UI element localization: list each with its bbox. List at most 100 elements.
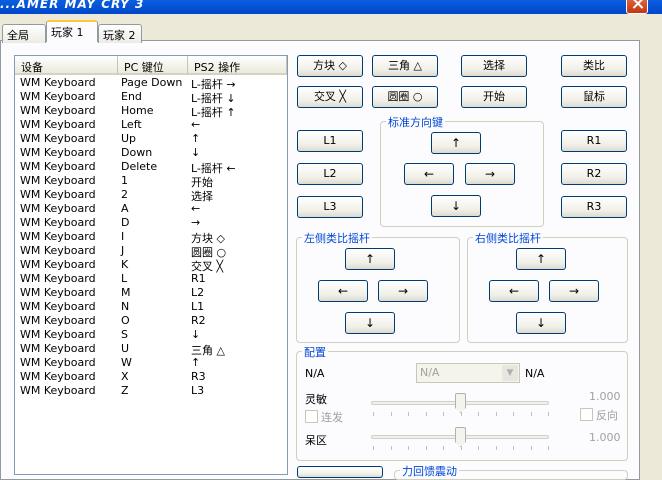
pc-key-cell: Left xyxy=(121,118,142,131)
l3-button[interactable]: L3 xyxy=(297,196,363,218)
list-item[interactable]: WM Keyboard Page Down L-摇杆 → xyxy=(15,76,287,91)
r2-button[interactable]: R2 xyxy=(561,163,627,185)
column-header-ps2-action[interactable]: PS2 操作 xyxy=(188,56,287,75)
dpad-down-button[interactable]: ↓ xyxy=(431,195,481,217)
list-item[interactable]: WM Keyboard 1 开始 xyxy=(15,174,287,189)
list-item[interactable]: WM Keyboard Delete L-摇杆 ← xyxy=(15,160,287,175)
pc-key-cell: Down xyxy=(121,146,153,159)
left-stick-left-button[interactable]: ← xyxy=(318,280,368,302)
reverse-checkbox[interactable] xyxy=(580,408,593,421)
linked-checkbox[interactable] xyxy=(305,410,318,423)
triangle-button[interactable]: 三角 △ xyxy=(372,55,438,77)
l1-button[interactable]: L1 xyxy=(297,130,363,152)
device-cell: WM Keyboard xyxy=(20,90,96,103)
device-cell: WM Keyboard xyxy=(20,384,96,397)
list-item[interactable]: WM Keyboard I 方块 ◇ xyxy=(15,230,287,245)
force-feedback-group-label: 力回馈震动 xyxy=(400,463,459,479)
r1-button[interactable]: R1 xyxy=(561,130,627,152)
device-cell: WM Keyboard xyxy=(20,104,96,117)
device-cell: WM Keyboard xyxy=(20,174,96,187)
bottom-button[interactable] xyxy=(297,466,383,478)
list-item[interactable]: WM Keyboard O R2 xyxy=(15,314,287,328)
list-item[interactable]: WM Keyboard M L2 xyxy=(15,286,287,300)
right-stick-down-button[interactable]: ↓ xyxy=(516,312,566,334)
device-cell: WM Keyboard xyxy=(20,286,96,299)
chevron-down-icon[interactable]: ▼ xyxy=(502,365,518,381)
pc-key-cell: Page Down xyxy=(121,76,183,89)
list-item[interactable]: WM Keyboard 2 选择 xyxy=(15,188,287,203)
ps2-action-cell: L2 xyxy=(191,286,205,299)
config-group-label: 配置 xyxy=(302,344,328,360)
config-dropdown[interactable]: N/A ▼ xyxy=(416,363,520,383)
ps2-action-cell: ← xyxy=(191,118,201,131)
list-item[interactable]: WM Keyboard L R1 xyxy=(15,272,287,286)
ps2-action-cell: L1 xyxy=(191,300,205,313)
cross-button[interactable]: 交叉 ╳ xyxy=(297,86,363,108)
list-item[interactable]: WM Keyboard Up ↑ xyxy=(15,132,287,146)
device-cell: WM Keyboard xyxy=(20,370,96,383)
sensitivity-label: 灵敏 xyxy=(305,393,327,406)
circle-button[interactable]: 圆圈 ○ xyxy=(372,86,438,108)
device-cell: WM Keyboard xyxy=(20,356,96,369)
dpad-up-button[interactable]: ↑ xyxy=(431,132,481,154)
analog-button[interactable]: 类比 xyxy=(561,55,627,77)
list-item[interactable]: WM Keyboard Home L-摇杆 ↑ xyxy=(15,104,287,119)
ps2-action-cell: → xyxy=(191,216,201,229)
pc-key-cell: Z xyxy=(121,384,129,397)
square-button[interactable]: 方块 ◇ xyxy=(297,55,363,77)
list-item[interactable]: WM Keyboard W ↑ xyxy=(15,356,287,370)
list-item[interactable]: WM Keyboard A ← xyxy=(15,202,287,216)
tab-global[interactable]: 全局 xyxy=(2,24,46,43)
left-stick-up-button[interactable]: ↑ xyxy=(345,248,395,270)
device-cell: WM Keyboard xyxy=(20,118,96,131)
sensitivity-slider-ticks xyxy=(373,412,549,418)
list-item[interactable]: WM Keyboard Down ↓ xyxy=(15,146,287,160)
dpad-left-button[interactable]: ← xyxy=(404,163,454,185)
tab-player-1[interactable]: 玩家 1 xyxy=(46,20,98,42)
list-item[interactable]: WM Keyboard End L-摇杆 ↓ xyxy=(15,90,287,105)
list-item[interactable]: WM Keyboard N L1 xyxy=(15,300,287,314)
left-stick-group-label: 左侧类比摇杆 xyxy=(302,230,372,246)
column-header-pc-key[interactable]: PC 键位 xyxy=(118,56,188,75)
r3-button[interactable]: R3 xyxy=(561,196,627,218)
config-dropdown-value: N/A xyxy=(420,366,440,379)
device-cell: WM Keyboard xyxy=(20,188,96,201)
list-item[interactable]: WM Keyboard D → xyxy=(15,216,287,230)
device-cell: WM Keyboard xyxy=(20,160,96,173)
binding-list[interactable]: 设备 PC 键位 PS2 操作 WM Keyboard Page Down L-摇杆… xyxy=(14,55,288,475)
left-stick-right-button[interactable]: → xyxy=(378,280,428,302)
list-item[interactable]: WM Keyboard U 三角 △ xyxy=(15,342,287,357)
ps2-action-cell: R1 xyxy=(191,272,206,285)
pc-key-cell: D xyxy=(121,216,130,229)
close-button[interactable] xyxy=(626,0,648,14)
pc-key-cell: Delete xyxy=(121,160,158,173)
list-item[interactable]: WM Keyboard Z L3 xyxy=(15,384,287,398)
left-stick-down-button[interactable]: ↓ xyxy=(345,312,395,334)
deadzone-value: 1.000 xyxy=(589,431,621,444)
list-item[interactable]: WM Keyboard X R3 xyxy=(15,370,287,384)
pc-key-cell: M xyxy=(121,286,131,299)
mouse-button[interactable]: 鼠标 xyxy=(561,86,627,108)
select-button[interactable]: 选择 xyxy=(461,55,527,77)
device-cell: WM Keyboard xyxy=(20,244,96,257)
dpad-right-button[interactable]: → xyxy=(465,163,515,185)
device-cell: WM Keyboard xyxy=(20,132,96,145)
tab-player-2[interactable]: 玩家 2 xyxy=(98,24,142,43)
list-item[interactable]: WM Keyboard S ↓ xyxy=(15,328,287,342)
device-cell: WM Keyboard xyxy=(20,76,96,89)
right-stick-right-button[interactable]: → xyxy=(549,280,599,302)
l2-button[interactable]: L2 xyxy=(297,163,363,185)
column-header-device[interactable]: 设备 xyxy=(15,56,118,75)
start-button[interactable]: 开始 xyxy=(461,86,527,108)
sensitivity-value: 1.000 xyxy=(589,390,621,403)
deadzone-label: 呆区 xyxy=(305,434,327,447)
pc-key-cell: X xyxy=(121,370,129,383)
device-cell: WM Keyboard xyxy=(20,314,96,327)
right-stick-up-button[interactable]: ↑ xyxy=(516,248,566,270)
list-item[interactable]: WM Keyboard J 圆圈 ○ xyxy=(15,244,287,259)
list-item[interactable]: WM Keyboard K 交叉 ╳ xyxy=(15,258,287,273)
device-cell: WM Keyboard xyxy=(20,146,96,159)
list-item[interactable]: WM Keyboard Left ← xyxy=(15,118,287,132)
ps2-action-cell: ↑ xyxy=(191,132,201,145)
right-stick-left-button[interactable]: ← xyxy=(489,280,539,302)
